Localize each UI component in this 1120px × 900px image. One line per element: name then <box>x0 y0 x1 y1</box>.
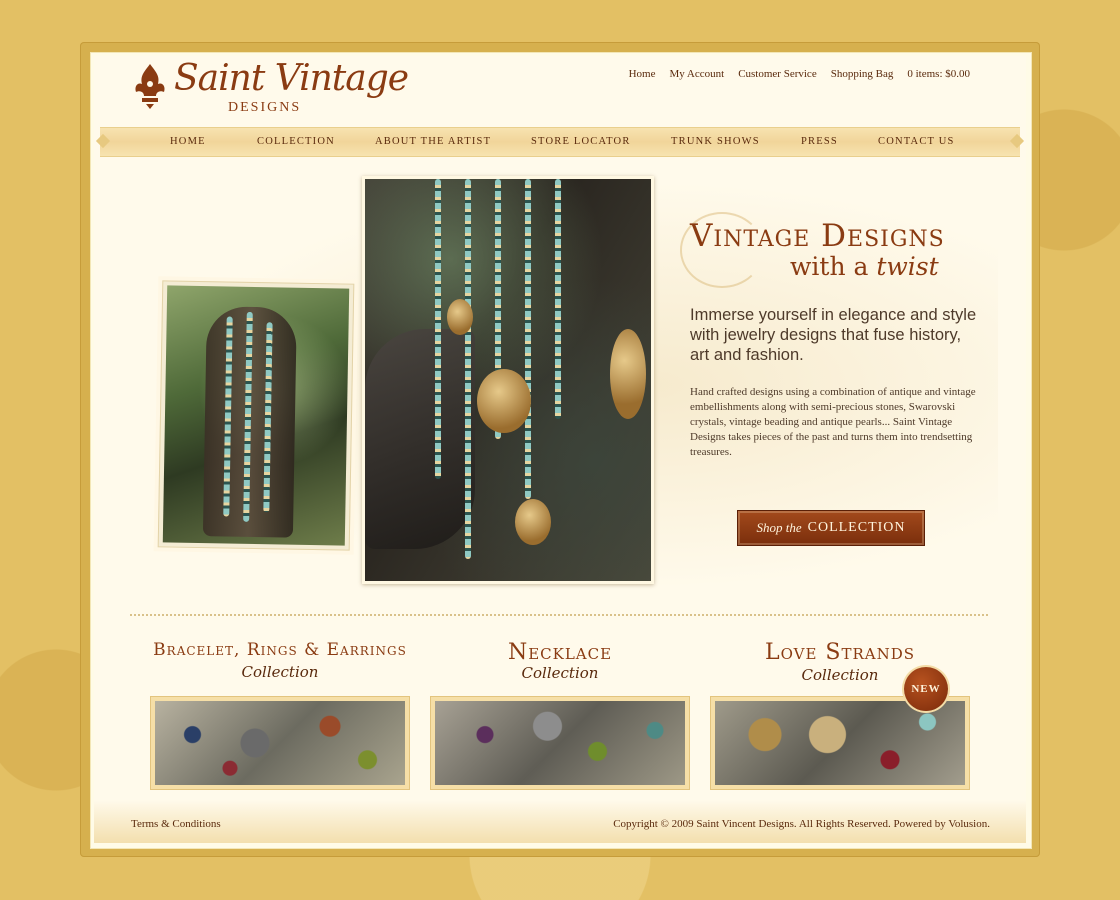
terms-link[interactable]: Terms & Conditions <box>131 818 221 830</box>
hero-photo-angel <box>362 176 654 584</box>
angel-medallion <box>477 369 531 433</box>
collection-thumb-necklace[interactable] <box>430 696 690 790</box>
love-strands-image <box>715 701 965 785</box>
utility-nav: Home My Account Customer Service Shoppin… <box>615 68 970 80</box>
subheadline-prefix: with a <box>790 252 869 281</box>
hero-headline: Vintage Designs <box>690 218 945 254</box>
nav-store-locator[interactable]: STORE LOCATOR <box>531 136 631 147</box>
util-my-account-link[interactable]: My Account <box>669 68 724 80</box>
util-shopping-bag-link[interactable]: Shopping Bag <box>831 68 894 80</box>
logo-wordmark: Saint Vintage <box>174 58 409 99</box>
nav-collection[interactable]: COLLECTION <box>257 136 335 147</box>
section-divider <box>130 614 988 616</box>
cta-caps-text: COLLECTION <box>807 520 906 535</box>
collection-sub-bracelets: Collection <box>241 663 319 681</box>
nav-about-the-artist[interactable]: ABOUT THE ARTIST <box>375 136 491 147</box>
collection-thumb-bracelets[interactable] <box>150 696 410 790</box>
logo-subtitle: DESIGNS <box>228 100 302 115</box>
collection-sub-necklace: Collection <box>521 664 599 682</box>
cart-summary[interactable]: 0 items: $0.00 <box>907 68 970 80</box>
new-badge: NEW <box>904 667 948 711</box>
nav-press[interactable]: PRESS <box>801 136 838 147</box>
copyright-text: Copyright © 2009 Saint Vincent Designs. … <box>613 818 990 830</box>
cross-pendant <box>515 499 551 545</box>
hero-subheadline: with a twist <box>790 252 939 281</box>
bead-strand <box>435 179 441 479</box>
bead-strand <box>525 179 531 499</box>
bead-strand <box>465 179 471 559</box>
fleur-ornament-icon <box>135 64 165 109</box>
nav-home[interactable]: HOME <box>170 136 206 147</box>
nav-contact-us[interactable]: CONTACT US <box>878 136 955 147</box>
angel-photo-image <box>365 179 651 581</box>
collection-title-bracelets[interactable]: Bracelet, Rings & Earrings <box>150 640 410 660</box>
hero-body-text: Hand crafted designs using a combination… <box>690 386 976 458</box>
bracelets-image <box>155 701 405 785</box>
hero-photo-hand <box>157 280 355 551</box>
util-customer-service-link[interactable]: Customer Service <box>738 68 817 80</box>
bead-strand <box>555 179 561 419</box>
angel-wing <box>365 329 475 549</box>
oval-medal <box>447 299 473 335</box>
necklace-image <box>435 701 685 785</box>
shop-collection-button[interactable]: Shop the COLLECTION <box>737 510 925 546</box>
nav-trunk-shows[interactable]: TRUNK SHOWS <box>671 136 760 147</box>
cta-script-text: Shop the <box>756 520 802 535</box>
subheadline-emphasis: twist <box>876 252 939 281</box>
heart-pendant <box>610 329 646 419</box>
site-logo[interactable]: Saint Vintage DESIGNS <box>132 58 409 122</box>
hand-photo-image <box>162 285 350 546</box>
util-home-link[interactable]: Home <box>629 68 656 80</box>
main-nav: HOME COLLECTION ABOUT THE ARTIST STORE L… <box>100 127 1020 157</box>
collection-title-love-strands[interactable]: Love Strands <box>710 640 970 665</box>
collection-title-necklace[interactable]: Necklace <box>430 640 690 665</box>
hero-lead-text: Immerse yourself in elegance and style w… <box>690 306 977 364</box>
